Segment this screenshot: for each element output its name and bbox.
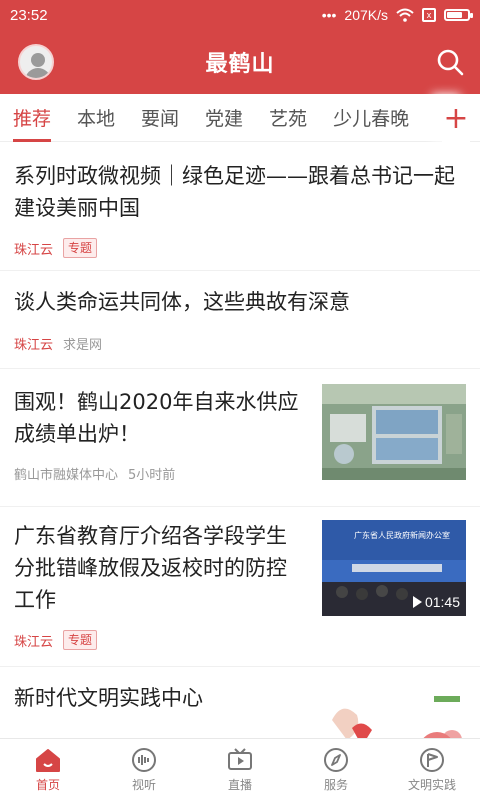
list-item[interactable]: 系列时政微视频｜绿色足迹——跟着总书记一起建设美丽中国 珠江云 专题 [0, 142, 480, 271]
news-meta: 珠江云 专题 [14, 238, 98, 258]
news-meta: 鹤山市融媒体中心 5小时前 [14, 464, 175, 483]
search-icon[interactable] [436, 48, 464, 76]
news-meta: 珠江云 专题 [14, 630, 98, 650]
tab-kids-gala[interactable]: 少儿春晚 [320, 94, 422, 142]
duration-label: 01:45 [424, 594, 460, 610]
water-plant-image [322, 384, 466, 480]
live-icon [228, 748, 252, 770]
network-speed: 207K/s [344, 7, 388, 23]
topic-badge: 专题 [63, 238, 98, 258]
tab-arts[interactable]: 艺苑 [256, 94, 320, 142]
tab-civilization[interactable]: 文明实践 [384, 739, 480, 801]
tab-services[interactable]: 服务 [288, 739, 384, 801]
video-duration: 01:45 [412, 594, 460, 610]
play-icon [412, 596, 422, 608]
tab-headlines[interactable]: 要闻 [128, 94, 192, 142]
topic-badge: 专题 [63, 630, 98, 650]
tab-live[interactable]: 直播 [192, 739, 288, 801]
news-title: 广东省教育厅介绍各学段学生分批错峰放假及返校时的防控工作 [14, 524, 287, 612]
tab-home[interactable]: 首页 [0, 739, 96, 801]
home-icon [36, 749, 60, 772]
news-title: 谈人类命运共同体，这些典故有深意 [14, 290, 350, 314]
tab-live-label: 直播 [227, 778, 252, 792]
battery-icon [444, 9, 473, 21]
news-title: 系列时政微视频｜绿色足迹——跟着总书记一起建设美丽中国 [14, 164, 455, 220]
news-title: 新时代文明实践中心 [14, 686, 203, 710]
wifi-icon [396, 8, 414, 22]
list-item[interactable]: 新时代文明实践中心 [0, 666, 480, 738]
tab-recommend[interactable]: 推荐 [0, 94, 64, 142]
news-source: 珠江云 [14, 242, 54, 258]
news-origin: 求是网 [63, 338, 103, 353]
status-time: 23:52 [10, 6, 48, 24]
status-indicators: ••• 207K/s x [321, 7, 473, 23]
notification-dots: ••• [321, 7, 337, 23]
list-item[interactable]: 谈人类命运共同体，这些典故有深意 珠江云 求是网 [0, 270, 480, 369]
tab-civilization-label: 文明实践 [407, 778, 456, 792]
add-channel-button[interactable]: + [442, 94, 470, 142]
news-meta: 珠江云 求是网 [14, 334, 102, 353]
list-item[interactable]: 广东省教育厅介绍各学段学生分批错峰放假及返校时的防控工作 珠江云 专题 广东省人… [0, 506, 480, 667]
bottom-tab-bar: 首页 视听 直播 服务 文明实践 [0, 738, 480, 801]
video-banner-text: 广东省人民政府新闻办公室 [354, 531, 450, 540]
audio-icon [132, 748, 156, 772]
app-header: 最鹤山 [0, 30, 480, 94]
avatar[interactable] [18, 44, 54, 80]
news-time: 5小时前 [128, 468, 176, 483]
news-feed: 系列时政微视频｜绿色足迹——跟着总书记一起建设美丽中国 珠江云 专题 谈人类命运… [0, 142, 480, 738]
news-source: 珠江云 [14, 338, 54, 353]
news-source: 鹤山市融媒体中心 [14, 468, 119, 483]
sim-icon: x [422, 8, 436, 22]
news-title: 围观！鹤山2020年自来水供应成绩单出炉！ [14, 390, 299, 446]
status-bar: 23:52 ••• 207K/s x [0, 0, 480, 30]
channel-tabs: 推荐 本地 要闻 党建 艺苑 少儿春晚 [0, 94, 480, 142]
flag-icon [420, 748, 444, 772]
tab-audio-video[interactable]: 视听 [96, 739, 192, 801]
tab-audio-video-label: 视听 [131, 778, 156, 792]
tab-local[interactable]: 本地 [64, 94, 128, 142]
tab-party[interactable]: 党建 [192, 94, 256, 142]
civilization-graphic-image [322, 680, 466, 738]
news-thumbnail [322, 680, 466, 738]
tab-services-label: 服务 [323, 778, 348, 792]
compass-icon [324, 748, 348, 772]
news-source: 珠江云 [14, 634, 54, 650]
news-thumbnail [322, 384, 466, 480]
app-title: 最鹤山 [205, 52, 275, 77]
list-item[interactable]: 围观！鹤山2020年自来水供应成绩单出炉！ 鹤山市融媒体中心 5小时前 [0, 368, 480, 507]
video-thumbnail[interactable]: 广东省人民政府新闻办公室 01:45 [322, 520, 466, 616]
tab-home-label: 首页 [35, 778, 60, 792]
